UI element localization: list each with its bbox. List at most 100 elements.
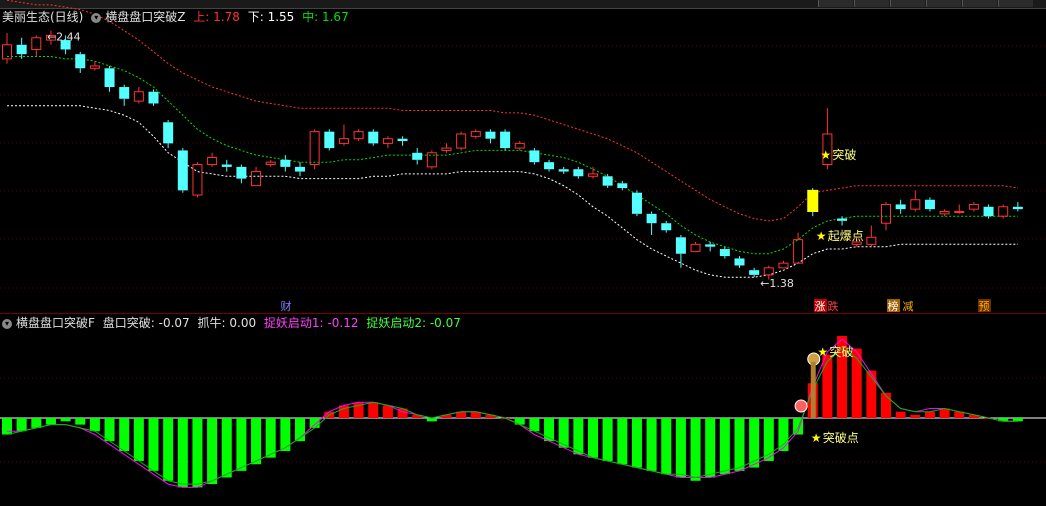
histogram-bar bbox=[719, 418, 730, 475]
histogram-bar bbox=[910, 414, 921, 418]
lower-value: 1.55 bbox=[267, 10, 295, 24]
histogram-bar bbox=[631, 418, 642, 468]
s2-value: -0.07 bbox=[429, 316, 461, 330]
sub-breakout-label: 突破 bbox=[829, 344, 853, 359]
s1-value: -0.12 bbox=[327, 316, 359, 330]
lower-label: 下: bbox=[247, 10, 264, 24]
candle-body bbox=[749, 270, 760, 275]
indicator-name[interactable]: 横盘盘口突破Z bbox=[105, 10, 185, 24]
candle-body bbox=[631, 192, 642, 214]
histogram-bar bbox=[675, 418, 686, 478]
sub-indicator-name[interactable]: 横盘盘口突破F bbox=[16, 316, 95, 330]
candle-body bbox=[778, 262, 789, 269]
zn-label: 抓牛: bbox=[197, 316, 226, 330]
candle-body bbox=[470, 131, 481, 137]
candle-body bbox=[924, 199, 935, 210]
pk-label: 盘口突破: bbox=[102, 316, 155, 330]
candle-body bbox=[133, 91, 144, 102]
candle-body bbox=[646, 213, 657, 224]
candle-body bbox=[456, 133, 467, 149]
histogram-bar bbox=[924, 411, 935, 418]
kline-chart-canvas[interactable]: ←2.44←1.38★ 突破★ 起爆点财涨跌榜减预★ 突破★ 突破点 bbox=[0, 0, 1046, 506]
candle-body bbox=[265, 161, 276, 166]
histogram-bar bbox=[60, 418, 71, 422]
histogram-bar bbox=[851, 348, 862, 418]
candle-body bbox=[968, 203, 979, 210]
histogram-bar bbox=[778, 418, 789, 452]
histogram-bar bbox=[236, 418, 247, 471]
candle-body bbox=[588, 173, 598, 177]
candle-body bbox=[690, 243, 701, 252]
candle-body bbox=[998, 206, 1009, 217]
candle-body bbox=[544, 162, 555, 170]
marker-3: 榜 bbox=[888, 299, 899, 313]
candle-body bbox=[661, 223, 672, 231]
histogram-bar bbox=[646, 418, 657, 471]
marker-1: 涨 bbox=[815, 300, 826, 313]
histogram-bar bbox=[133, 418, 144, 461]
zn-value: 0.00 bbox=[229, 316, 257, 330]
mid-band-line bbox=[7, 56, 1018, 255]
candle-body bbox=[881, 203, 891, 224]
histogram-bar bbox=[866, 370, 877, 418]
candle-body bbox=[221, 164, 232, 167]
histogram-bar bbox=[280, 418, 291, 452]
candle-body bbox=[104, 68, 115, 88]
candle-body bbox=[353, 131, 364, 140]
histogram-bar bbox=[309, 418, 320, 428]
candle-body bbox=[295, 166, 305, 172]
collapse-icon[interactable]: ▾ bbox=[2, 318, 12, 329]
signal-dot-icon bbox=[794, 399, 808, 413]
marker-2: 跌 bbox=[828, 299, 839, 313]
marker-4: 减 bbox=[903, 300, 914, 313]
candle-body bbox=[793, 239, 804, 264]
histogram-bar bbox=[588, 418, 598, 458]
upper-value: 1.78 bbox=[213, 10, 240, 24]
histogram-bar bbox=[514, 418, 525, 425]
histogram-bar bbox=[148, 418, 159, 471]
histogram-bar bbox=[251, 418, 262, 465]
candle-body bbox=[324, 131, 335, 149]
candle-body bbox=[954, 210, 965, 213]
ignition-bar bbox=[807, 189, 819, 212]
candle-body bbox=[207, 156, 218, 166]
histogram-bar bbox=[207, 418, 218, 485]
histogram-bar bbox=[265, 418, 276, 458]
candle-body bbox=[983, 206, 994, 217]
breakout-point-label: 突破点 bbox=[823, 430, 859, 445]
candle-body bbox=[558, 169, 569, 172]
histogram-bar bbox=[75, 418, 86, 425]
candle-body bbox=[573, 169, 584, 177]
signal-line-1 bbox=[7, 338, 1018, 488]
breakout-label: 突破 bbox=[832, 147, 856, 162]
histogram-bar bbox=[617, 418, 628, 465]
candle-body bbox=[236, 166, 247, 179]
collapse-icon[interactable]: ▾ bbox=[91, 12, 102, 23]
mid-value: 1.67 bbox=[321, 10, 349, 24]
histogram-bar bbox=[368, 402, 379, 418]
candle-body bbox=[75, 54, 86, 69]
ignition-label: 起爆点 bbox=[828, 229, 864, 243]
candle-body bbox=[16, 44, 27, 55]
histogram-bar bbox=[661, 418, 672, 475]
candle-body bbox=[397, 138, 408, 142]
histogram-bar bbox=[939, 408, 950, 418]
candle-body bbox=[251, 171, 262, 187]
histogram-bar bbox=[163, 418, 174, 481]
candle-body bbox=[368, 131, 379, 144]
stock-title[interactable]: 美丽生态(日线) bbox=[2, 10, 83, 24]
star-icon: ★ bbox=[816, 229, 827, 243]
candle-body bbox=[939, 210, 950, 215]
candle-body bbox=[866, 236, 877, 245]
signal-bar bbox=[810, 362, 816, 418]
candle-body bbox=[148, 91, 159, 104]
candle-body bbox=[514, 142, 525, 149]
candle-body bbox=[426, 152, 437, 168]
pane-divider[interactable] bbox=[0, 313, 1046, 314]
candle-body bbox=[837, 218, 848, 221]
candle-body bbox=[309, 131, 320, 166]
candle-body bbox=[441, 147, 452, 151]
histogram-bar bbox=[749, 418, 760, 468]
histogram-bar bbox=[177, 418, 188, 488]
candle-body bbox=[119, 87, 130, 99]
